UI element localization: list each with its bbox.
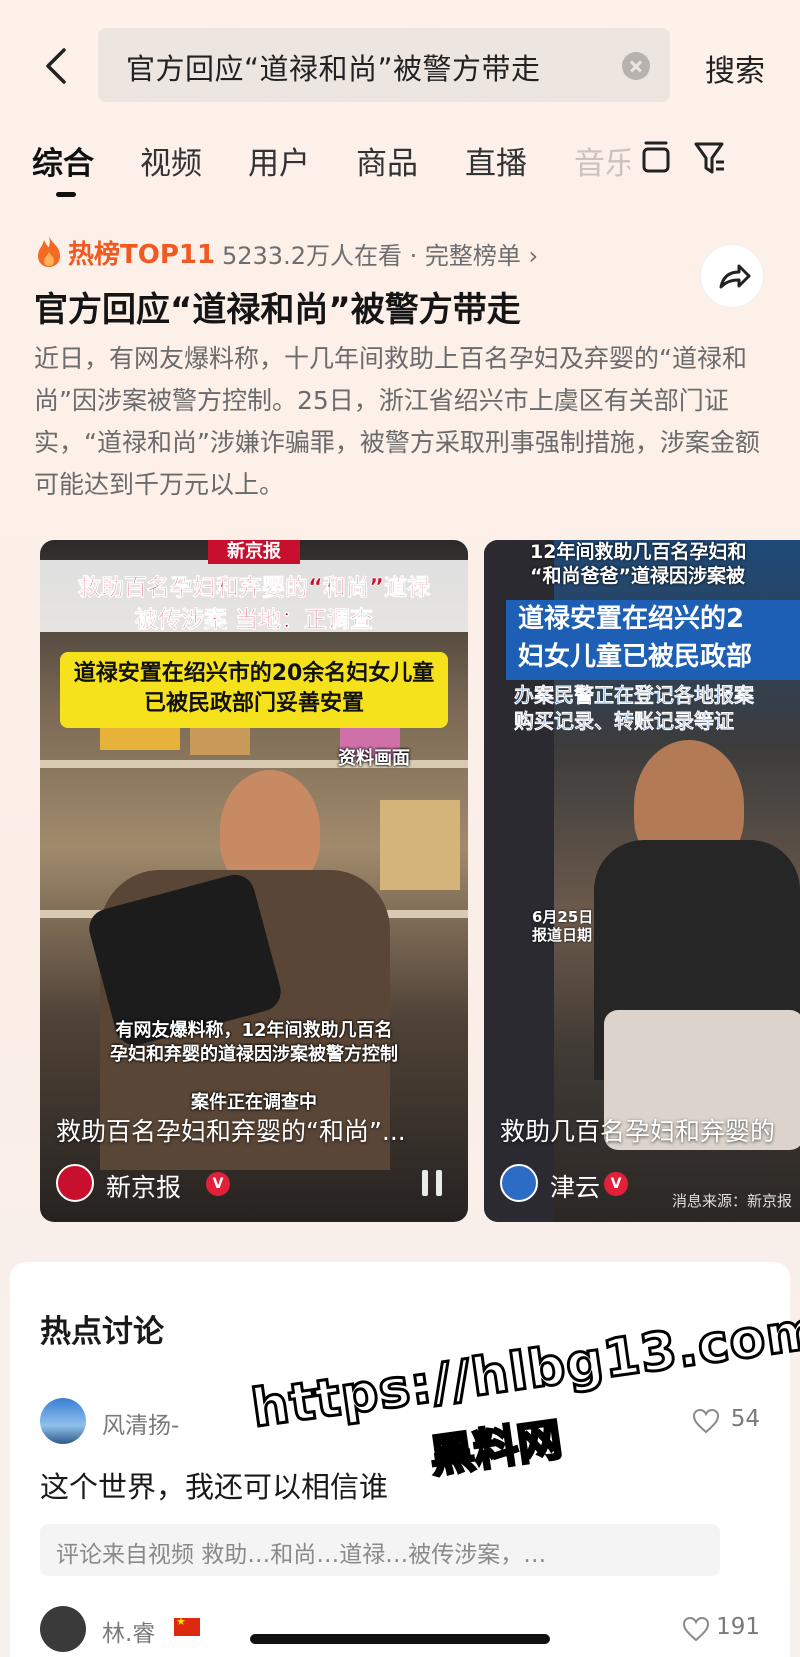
tab-music[interactable]: 音乐: [574, 138, 630, 183]
source-tag: 新京报: [208, 540, 300, 564]
video-card[interactable]: 12年间救助几百名孕妇和 “和尚爸爸”道禄因涉案被 道禄安置在绍兴的2 妇女儿童…: [484, 540, 800, 1222]
clear-icon[interactable]: [622, 52, 650, 80]
video-caption: 12年间救助几百名孕妇和 “和尚爸爸”道禄因涉案被: [530, 541, 747, 587]
video-caption: 妇女儿童已被民政部: [518, 642, 753, 672]
back-icon[interactable]: [40, 46, 76, 86]
video-subtitle: 案件正在调查中: [191, 1092, 317, 1113]
video-caption-box: 道禄安置在绍兴的2 妇女儿童已被民政部: [506, 600, 800, 680]
tab-live[interactable]: 直播: [465, 138, 527, 183]
comment-user[interactable]: 林.睿: [102, 1614, 155, 1648]
avatar: [56, 1164, 94, 1202]
hot-summary: 近日，有网友爆料称，十几年间救助上百名孕妇及弃婴的“道禄和尚”因涉案被警方控制。…: [34, 344, 760, 499]
video-caption: 已被民政部门妥善安置: [143, 691, 364, 716]
filter-icon[interactable]: [692, 138, 728, 178]
video-card[interactable]: 新京报 救助百名孕妇和弃婴的“和尚”道禄 被传涉案 当地：正调查 道禄安置在绍兴…: [40, 540, 468, 1222]
hot-rank-badge: 热榜TOP11: [68, 240, 216, 270]
hot-headline[interactable]: 官方回应“道禄和尚”被警方带走: [34, 282, 521, 331]
report-date: 6月25日 报道日期: [532, 908, 594, 944]
section-title: 热点讨论: [40, 1314, 164, 1350]
category-tabs: 综合 视频 用户 商品 直播 音乐: [0, 130, 800, 200]
avatar: [500, 1164, 538, 1202]
tab-user[interactable]: 用户: [248, 138, 310, 183]
search-button[interactable]: 搜索: [705, 46, 765, 90]
verified-icon: V: [604, 1172, 628, 1196]
like-icon[interactable]: [682, 1616, 710, 1642]
share-icon: [719, 264, 751, 289]
video-caption: 道禄安置在绍兴的2: [518, 604, 745, 634]
tab-video[interactable]: 视频: [140, 138, 202, 183]
video-title: 救助几百名孕妇和弃婴的: [500, 1117, 776, 1146]
tab-comprehensive[interactable]: 综合: [32, 138, 94, 183]
video-caption: 被传涉案 当地：正调查: [134, 607, 374, 634]
share-button[interactable]: [700, 244, 764, 308]
author-name: 新京报: [106, 1173, 182, 1202]
video-subtitle: 有网友爆料称，12年间救助几百名: [115, 1020, 393, 1041]
avatar[interactable]: [40, 1606, 86, 1652]
layout-toggle-icon[interactable]: [638, 138, 674, 178]
video-caption: 办案民警正在登记各地报案 购买记录、转账记录等证: [514, 683, 754, 733]
flag-icon: [174, 1615, 200, 1636]
fire-icon: [34, 234, 64, 268]
like-icon[interactable]: [692, 1408, 720, 1434]
like-count: 191: [716, 1614, 760, 1640]
search-query: 官方回应“道禄和尚”被警方带走: [126, 52, 541, 86]
video-caption-box: 道禄安置在绍兴市的20余名妇女儿童 已被民政部门妥善安置: [60, 652, 448, 728]
overlay-label: 资料画面: [338, 748, 410, 769]
pause-icon[interactable]: [422, 1170, 442, 1196]
comment-user[interactable]: 风清扬-: [102, 1406, 179, 1440]
tab-indicator: [56, 192, 76, 197]
author-name: 津云: [550, 1173, 601, 1202]
source-note: 消息来源：新京报: [671, 1192, 792, 1210]
home-indicator[interactable]: [250, 1634, 550, 1644]
comment-source[interactable]: 评论来自视频 救助…和尚…道禄…被传涉案，…: [40, 1524, 720, 1576]
like-count: 54: [730, 1406, 760, 1432]
verified-icon: V: [206, 1172, 230, 1196]
avatar[interactable]: [40, 1398, 86, 1444]
search-bar: 官方回应“道禄和尚”被警方带走 搜索: [0, 28, 800, 102]
video-caption: 救助百名孕妇和弃婴的“和尚”道禄: [77, 575, 431, 602]
search-input[interactable]: 官方回应“道禄和尚”被警方带走: [98, 28, 670, 102]
video-title: 救助百名孕妇和弃婴的“和尚”...: [56, 1117, 406, 1146]
video-caption: 道禄安置在绍兴市的20余名妇女儿童: [73, 661, 435, 686]
hot-rank-meta[interactable]: 5233.2万人在看 · 完整榜单 ›: [222, 236, 538, 271]
video-subtitle: 孕妇和弃婴的道禄因涉案被警方控制: [110, 1044, 398, 1065]
comment-text: 这个世界，我还可以相信谁: [40, 1470, 389, 1504]
tab-goods[interactable]: 商品: [356, 138, 418, 183]
